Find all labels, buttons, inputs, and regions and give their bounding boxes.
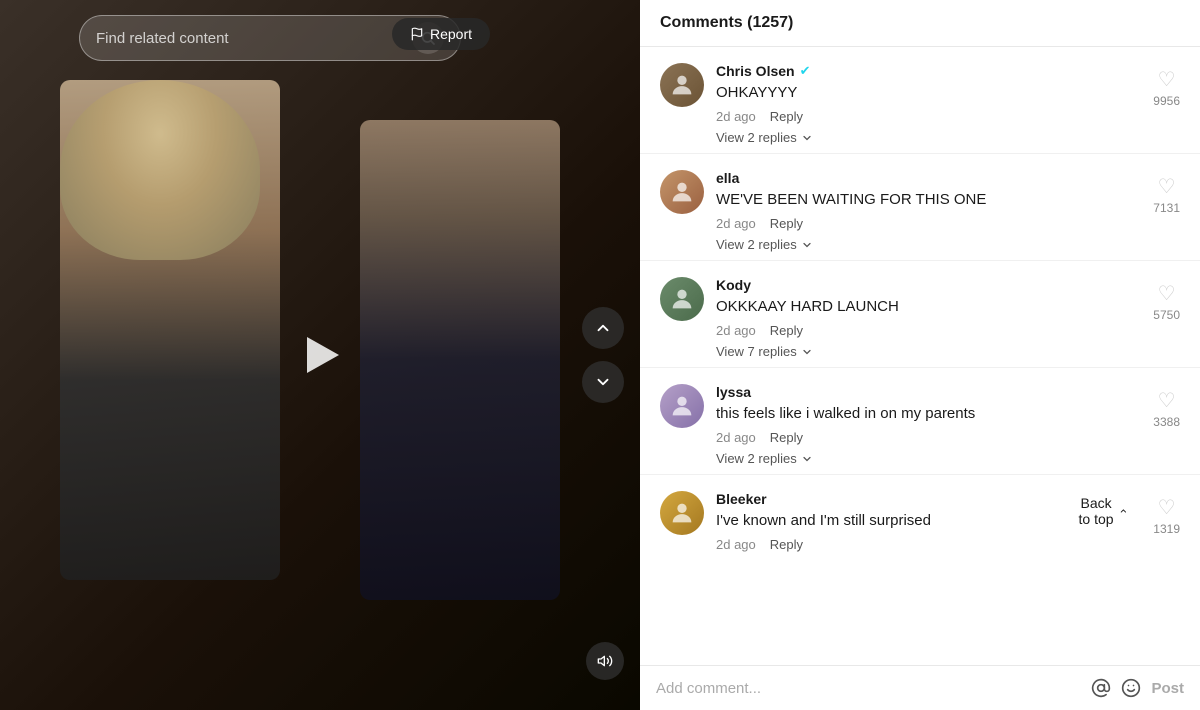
comment-meta-chris: 2d ago Reply — [716, 109, 1180, 124]
comments-header: Comments (1257) — [640, 0, 1200, 47]
username-chris: Chris Olsen — [716, 63, 795, 79]
search-input[interactable] — [96, 30, 402, 47]
emoji-button[interactable] — [1121, 678, 1141, 698]
comment-text-lyssa: this feels like i walked in on my parent… — [716, 403, 1180, 424]
view-replies-ella[interactable]: View 2 replies — [716, 237, 813, 252]
video-panel: Report — [0, 0, 640, 710]
comment-body-ella: ella WE'VE BEEN WAITING FOR THIS ONE 2d … — [716, 170, 1180, 252]
avatar-kody — [660, 277, 704, 321]
username-bleeker: Bleeker — [716, 491, 767, 507]
comment-item-ella: ella WE'VE BEEN WAITING FOR THIS ONE 2d … — [640, 154, 1200, 261]
comment-input-area: Post — [640, 665, 1200, 710]
back-to-top-button[interactable]: Back to top — [1077, 495, 1128, 527]
reply-button-kody[interactable]: Reply — [770, 323, 803, 338]
volume-button[interactable] — [586, 642, 624, 680]
video-hair-overlay — [60, 80, 260, 260]
reply-button-lyssa[interactable]: Reply — [770, 430, 803, 445]
comment-item-chris: Chris Olsen ✔ OHKAYYYY 2d ago Reply View… — [640, 47, 1200, 154]
video-figure-right — [360, 120, 560, 600]
username-kody: Kody — [716, 277, 751, 293]
avatar-lyssa — [660, 384, 704, 428]
username-lyssa: lyssa — [716, 384, 751, 400]
comments-panel: Comments (1257) Chris Olsen ✔ OHKAYYYY 2… — [640, 0, 1200, 710]
comment-time-chris: 2d ago — [716, 109, 756, 124]
username-row-lyssa: lyssa — [716, 384, 1180, 400]
comment-text-kody: OKKKAAY HARD LAUNCH — [716, 296, 1180, 317]
comment-text-ella: WE'VE BEEN WAITING FOR THIS ONE — [716, 189, 1180, 210]
heart-icon-bleeker[interactable]: ♡ — [1158, 495, 1176, 520]
comment-item-bleeker: Bleeker I've known and I'm still surpris… — [640, 475, 1200, 560]
heart-icon-kody[interactable]: ♡ — [1158, 281, 1176, 306]
avatar-ella — [660, 170, 704, 214]
nav-up-button[interactable] — [582, 307, 624, 349]
like-count-ella: 7131 — [1153, 201, 1180, 215]
comment-body-kody: Kody OKKKAAY HARD LAUNCH 2d ago Reply Vi… — [716, 277, 1180, 359]
like-count-bleeker: 1319 — [1153, 522, 1180, 536]
comment-time-kody: 2d ago — [716, 323, 756, 338]
comment-likes-kody: ♡ 5750 — [1153, 281, 1180, 322]
reply-button-chris[interactable]: Reply — [770, 109, 803, 124]
avatar-bleeker — [660, 491, 704, 535]
comment-likes-lyssa: ♡ 3388 — [1153, 388, 1180, 429]
comment-time-ella: 2d ago — [716, 216, 756, 231]
view-replies-kody[interactable]: View 7 replies — [716, 344, 813, 359]
verified-badge-chris: ✔ — [800, 63, 811, 79]
back-to-top-label: Back to top — [1077, 495, 1115, 527]
comment-likes-ella: ♡ 7131 — [1153, 174, 1180, 215]
view-replies-chris[interactable]: View 2 replies — [716, 130, 813, 145]
comments-list[interactable]: Chris Olsen ✔ OHKAYYYY 2d ago Reply View… — [640, 47, 1200, 665]
post-button[interactable]: Post — [1151, 680, 1184, 697]
play-button[interactable] — [292, 327, 348, 383]
play-triangle-icon — [307, 337, 339, 373]
heart-icon-chris[interactable]: ♡ — [1158, 67, 1176, 92]
username-ella: ella — [716, 170, 739, 186]
like-count-kody: 5750 — [1153, 308, 1180, 322]
comments-count-label: Comments (1257) — [660, 14, 793, 31]
report-label: Report — [430, 26, 472, 42]
comment-meta-kody: 2d ago Reply — [716, 323, 1180, 338]
comment-meta-bleeker: 2d ago Reply — [716, 537, 1180, 552]
nav-down-button[interactable] — [582, 361, 624, 403]
username-row-ella: ella — [716, 170, 1180, 186]
comment-likes-bleeker: ♡ 1319 — [1153, 495, 1180, 536]
comment-input[interactable] — [656, 680, 1081, 697]
heart-icon-lyssa[interactable]: ♡ — [1158, 388, 1176, 413]
comment-time-lyssa: 2d ago — [716, 430, 756, 445]
comment-meta-lyssa: 2d ago Reply — [716, 430, 1180, 445]
report-button[interactable]: Report — [392, 18, 490, 50]
username-row-kody: Kody — [716, 277, 1180, 293]
like-count-lyssa: 3388 — [1153, 415, 1180, 429]
comment-likes-chris: ♡ 9956 — [1153, 67, 1180, 108]
nav-arrows — [582, 307, 624, 403]
comment-body-chris: Chris Olsen ✔ OHKAYYYY 2d ago Reply View… — [716, 63, 1180, 145]
heart-icon-ella[interactable]: ♡ — [1158, 174, 1176, 199]
comment-meta-ella: 2d ago Reply — [716, 216, 1180, 231]
view-replies-lyssa[interactable]: View 2 replies — [716, 451, 813, 466]
mention-button[interactable] — [1091, 678, 1111, 698]
avatar-chris — [660, 63, 704, 107]
comment-item-kody: Kody OKKKAAY HARD LAUNCH 2d ago Reply Vi… — [640, 261, 1200, 368]
comment-time-bleeker: 2d ago — [716, 537, 756, 552]
comment-item-lyssa: lyssa this feels like i walked in on my … — [640, 368, 1200, 475]
comment-text-chris: OHKAYYYY — [716, 82, 1180, 103]
like-count-chris: 9956 — [1153, 94, 1180, 108]
video-background: Report — [0, 0, 640, 710]
comment-body-lyssa: lyssa this feels like i walked in on my … — [716, 384, 1180, 466]
username-row-chris: Chris Olsen ✔ — [716, 63, 1180, 79]
reply-button-ella[interactable]: Reply — [770, 216, 803, 231]
reply-button-bleeker[interactable]: Reply — [770, 537, 803, 552]
